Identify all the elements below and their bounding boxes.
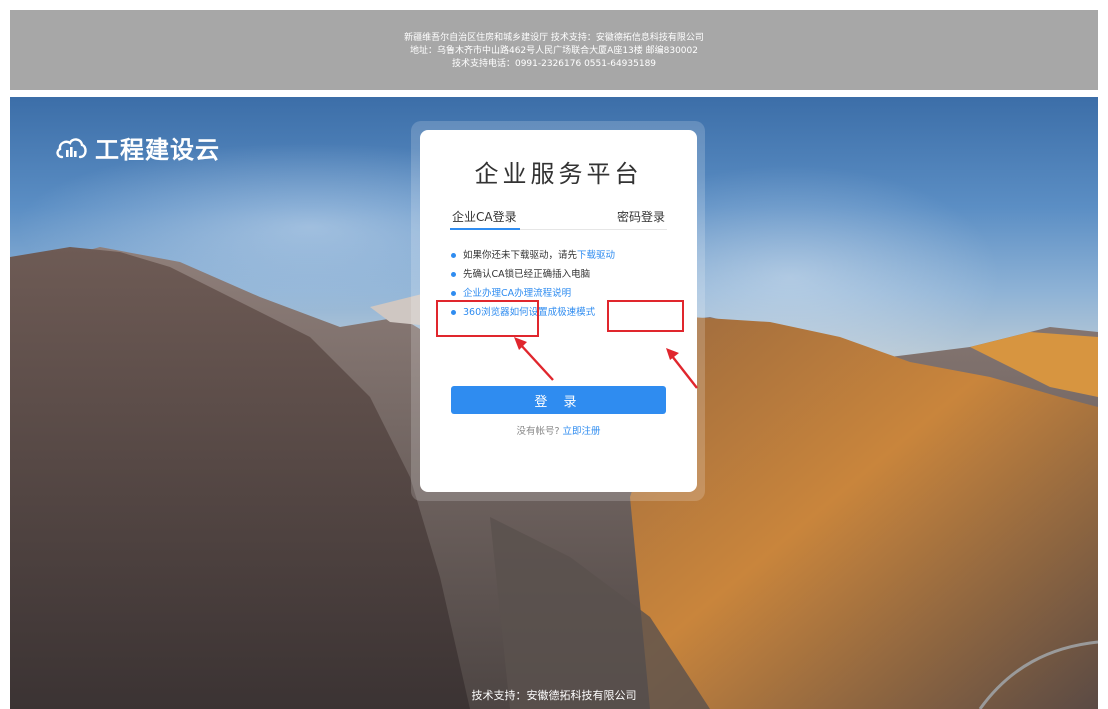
active-tab-indicator — [450, 228, 520, 230]
banner-line-3: 技术支持电话：0991-2326176 0551-64935189 — [451, 59, 657, 69]
tip-ca-lock: 先确认CA锁已经正确插入电脑 — [450, 265, 680, 284]
register-link[interactable]: 立即注册 — [563, 426, 601, 437]
login-tabs: 企业CA登录 密码登录 — [450, 202, 667, 230]
register-prompt: 没有帐号? 立即注册 — [420, 423, 697, 437]
tab-ca-login[interactable]: 企业CA登录 — [452, 208, 517, 225]
banner-line-2: 地址：乌鲁木齐市中山路462号人民广场联合大厦A座13楼 邮编830002 — [409, 46, 698, 56]
download-driver-link[interactable]: 下载驱动 — [577, 250, 615, 261]
top-info-banner: 新疆维吾尔自治区住房和城乡建设厅 技术支持：安徽德拓信息科技有限公司 地址：乌鲁… — [10, 10, 1098, 90]
register-question: 没有帐号? — [516, 426, 560, 437]
tab-password-login[interactable]: 密码登录 — [617, 208, 665, 225]
brand-logo[interactable]: 工程建设云 — [55, 130, 220, 165]
annotation-box-ca-tab — [436, 300, 539, 337]
platform-title: 企业服务平台 — [474, 160, 643, 188]
brand-name: 工程建设云 — [95, 136, 220, 164]
banner-line-1: 新疆维吾尔自治区住房和城乡建设厅 技术支持：安徽德拓信息科技有限公司 — [404, 33, 704, 43]
tech-support-footer: 技术支持：安徽德拓科技有限公司 — [471, 689, 637, 702]
tip-driver-text: 如果你还未下载驱动，请先 — [463, 250, 578, 261]
annotation-box-password-tab — [607, 300, 684, 332]
login-button[interactable]: 登 录 — [451, 386, 666, 414]
tip-driver: 如果你还未下载驱动，请先下载驱动 — [450, 246, 680, 265]
cloud-icon — [56, 137, 87, 158]
